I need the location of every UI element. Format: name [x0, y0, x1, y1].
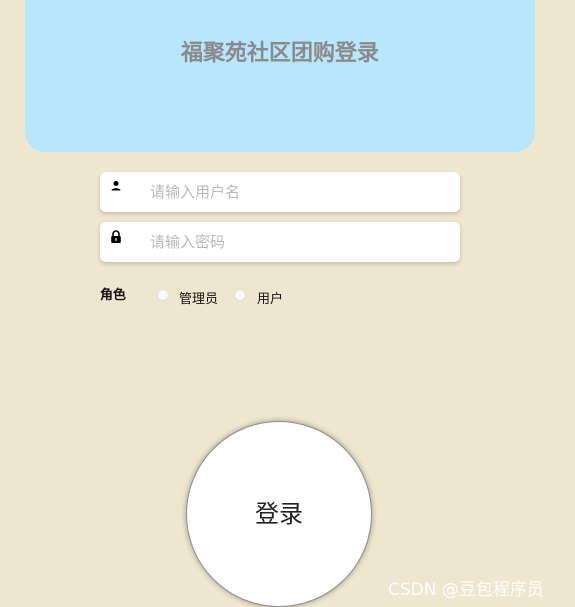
- watermark: CSDN @豆包程序员: [388, 580, 544, 600]
- page-title: 福聚苑社区团购登录: [180, 41, 379, 66]
- username-field: [100, 172, 460, 212]
- lock-icon: [111, 230, 121, 243]
- username-input[interactable]: [150, 180, 440, 204]
- radio-admin[interactable]: [157, 289, 169, 301]
- login-button-label: 登录: [255, 500, 303, 528]
- user-icon: [111, 181, 121, 191]
- password-field: [100, 222, 460, 262]
- password-input[interactable]: [150, 230, 440, 254]
- radio-user-label[interactable]: 用户: [257, 288, 283, 307]
- login-button[interactable]: 登录: [186, 421, 372, 607]
- radio-admin-label[interactable]: 管理员: [179, 288, 218, 307]
- radio-user[interactable]: [234, 289, 246, 301]
- role-label: 角色: [100, 288, 127, 303]
- role-selector: 角色 管理员 用户: [100, 283, 400, 307]
- header-banner: 福聚苑社区团购登录: [25, 0, 535, 152]
